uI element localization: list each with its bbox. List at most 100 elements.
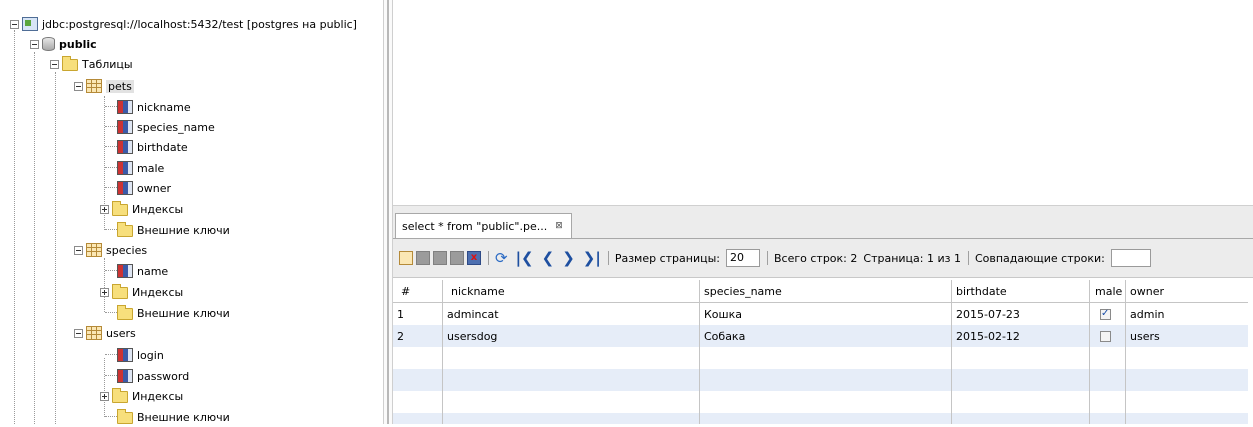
empty-row (393, 347, 1248, 369)
table-label: pets (106, 79, 134, 93)
tree-node-column[interactable]: login (117, 345, 164, 365)
tree-node-indexes[interactable]: Индексы (100, 386, 183, 406)
tree-node-connection[interactable]: jdbc:postgresql://localhost:5432/test [p… (10, 14, 357, 34)
column-label: name (137, 264, 169, 278)
column-header-rownum[interactable]: # (393, 280, 443, 302)
tree-node-foreign-keys[interactable]: Внешние ключи (117, 220, 230, 240)
column-label: login (137, 348, 164, 362)
tree-node-column[interactable]: birthdate (117, 137, 188, 157)
tree-node-indexes[interactable]: Индексы (100, 199, 183, 219)
tree-guide (105, 270, 117, 271)
tree-node-tables-folder[interactable]: Таблицы (50, 54, 133, 74)
edit-row-icon[interactable] (416, 251, 430, 265)
tree-node-schema[interactable]: public (30, 34, 97, 54)
row-number-cell: 1 (393, 303, 443, 325)
column-header-species-name[interactable]: species_name (700, 280, 952, 302)
tree-guide (105, 354, 117, 355)
male-checkbox-unchecked-icon[interactable] (1100, 330, 1111, 342)
table-icon (86, 79, 102, 93)
refresh-icon[interactable]: ⟳ (495, 249, 508, 267)
owner-cell[interactable]: admin (1126, 303, 1248, 325)
page-size-label: Размер страницы: (614, 251, 720, 265)
birthdate-cell[interactable]: 2015-07-23 (952, 303, 1090, 325)
collapse-toggle-icon[interactable] (10, 19, 19, 29)
collapse-toggle-icon[interactable] (50, 59, 59, 69)
copy-row-icon[interactable] (433, 251, 447, 265)
species-name-cell[interactable]: Собака (700, 325, 952, 347)
tree-node-column[interactable]: password (117, 366, 189, 386)
male-checkbox-checked-icon[interactable] (1100, 308, 1111, 320)
toolbar-separator (488, 251, 489, 265)
connection-icon (22, 17, 38, 31)
expand-toggle-icon[interactable] (100, 391, 109, 401)
tree-node-column[interactable]: name (117, 261, 168, 281)
column-icon (117, 264, 133, 278)
add-row-icon[interactable] (399, 251, 413, 265)
tree-node-table-species[interactable]: species (74, 240, 147, 260)
tree-guide (55, 72, 56, 424)
column-header-nickname[interactable]: nickname (443, 280, 700, 302)
collapse-toggle-icon[interactable] (74, 245, 83, 255)
nickname-cell[interactable]: usersdog (443, 325, 700, 347)
result-tab[interactable]: select * from "public".pe... ⊠ (395, 213, 572, 238)
table-row[interactable]: 1 admincat Кошка 2015-07-23 admin (393, 303, 1248, 325)
folder-icon (112, 388, 128, 403)
close-tab-icon[interactable]: ⊠ (555, 221, 563, 231)
column-icon (117, 140, 133, 154)
tree-node-foreign-keys[interactable]: Внешние ключи (117, 407, 230, 427)
page-size-input[interactable]: 20 (726, 249, 760, 267)
tree-guide (105, 416, 117, 417)
collapse-toggle-icon[interactable] (74, 81, 83, 91)
tree-node-column[interactable]: male (117, 158, 164, 178)
table-icon (86, 243, 102, 257)
next-page-icon[interactable]: ❯ (562, 249, 575, 267)
species-name-cell[interactable]: Кошка (700, 303, 952, 325)
tree-guide (105, 229, 117, 230)
matching-rows-input[interactable] (1110, 249, 1151, 267)
collapse-toggle-icon[interactable] (74, 328, 83, 338)
expand-toggle-icon[interactable] (100, 204, 109, 214)
column-header-owner[interactable]: owner (1126, 280, 1248, 302)
tree-node-table-pets[interactable]: pets (74, 76, 134, 96)
folder-icon (112, 201, 128, 216)
save-row-icon[interactable] (450, 251, 464, 265)
sql-editor-area[interactable] (393, 0, 1253, 205)
tree-guide (105, 312, 117, 313)
delete-row-icon[interactable] (467, 251, 481, 265)
tree-node-column[interactable]: species_name (117, 117, 215, 137)
indexes-label: Индексы (132, 285, 184, 299)
results-tab-bar: select * from "public".pe... ⊠ (393, 209, 1253, 239)
folder-icon (62, 56, 78, 71)
previous-page-icon[interactable]: ❮ (542, 249, 555, 267)
tree-node-indexes[interactable]: Индексы (100, 282, 183, 302)
panel-splitter[interactable] (383, 0, 393, 424)
tree-node-column[interactable]: nickname (117, 97, 191, 117)
table-icon (86, 326, 102, 340)
owner-cell[interactable]: users (1126, 325, 1248, 347)
column-header-birthdate[interactable]: birthdate (952, 280, 1090, 302)
column-icon (117, 181, 133, 195)
splitter-gripper[interactable] (387, 0, 389, 424)
collapse-toggle-icon[interactable] (30, 39, 39, 49)
foreign-keys-label: Внешние ключи (137, 410, 230, 424)
page-info-text: Страница: 1 из 1 (863, 251, 961, 265)
tree-node-column[interactable]: owner (117, 178, 171, 198)
empty-row (393, 413, 1248, 424)
last-page-icon[interactable]: ❯| (583, 249, 601, 267)
table-row[interactable]: 2 usersdog Собака 2015-02-12 users (393, 325, 1248, 347)
column-header-male[interactable]: male (1090, 280, 1126, 302)
table-label: species (106, 243, 148, 257)
male-cell[interactable] (1090, 303, 1126, 325)
column-icon (117, 348, 133, 362)
indexes-label: Индексы (132, 202, 184, 216)
tree-node-table-users[interactable]: users (74, 323, 136, 343)
birthdate-cell[interactable]: 2015-02-12 (952, 325, 1090, 347)
nickname-cell[interactable]: admincat (443, 303, 700, 325)
grid-header-row: # nickname species_name birthdate male o… (393, 280, 1248, 303)
tree-guide (105, 375, 117, 376)
first-page-icon[interactable]: |❮ (516, 249, 534, 267)
row-number-cell: 2 (393, 325, 443, 347)
tree-node-foreign-keys[interactable]: Внешние ключи (117, 303, 230, 323)
male-cell[interactable] (1090, 325, 1126, 347)
expand-toggle-icon[interactable] (100, 287, 109, 297)
